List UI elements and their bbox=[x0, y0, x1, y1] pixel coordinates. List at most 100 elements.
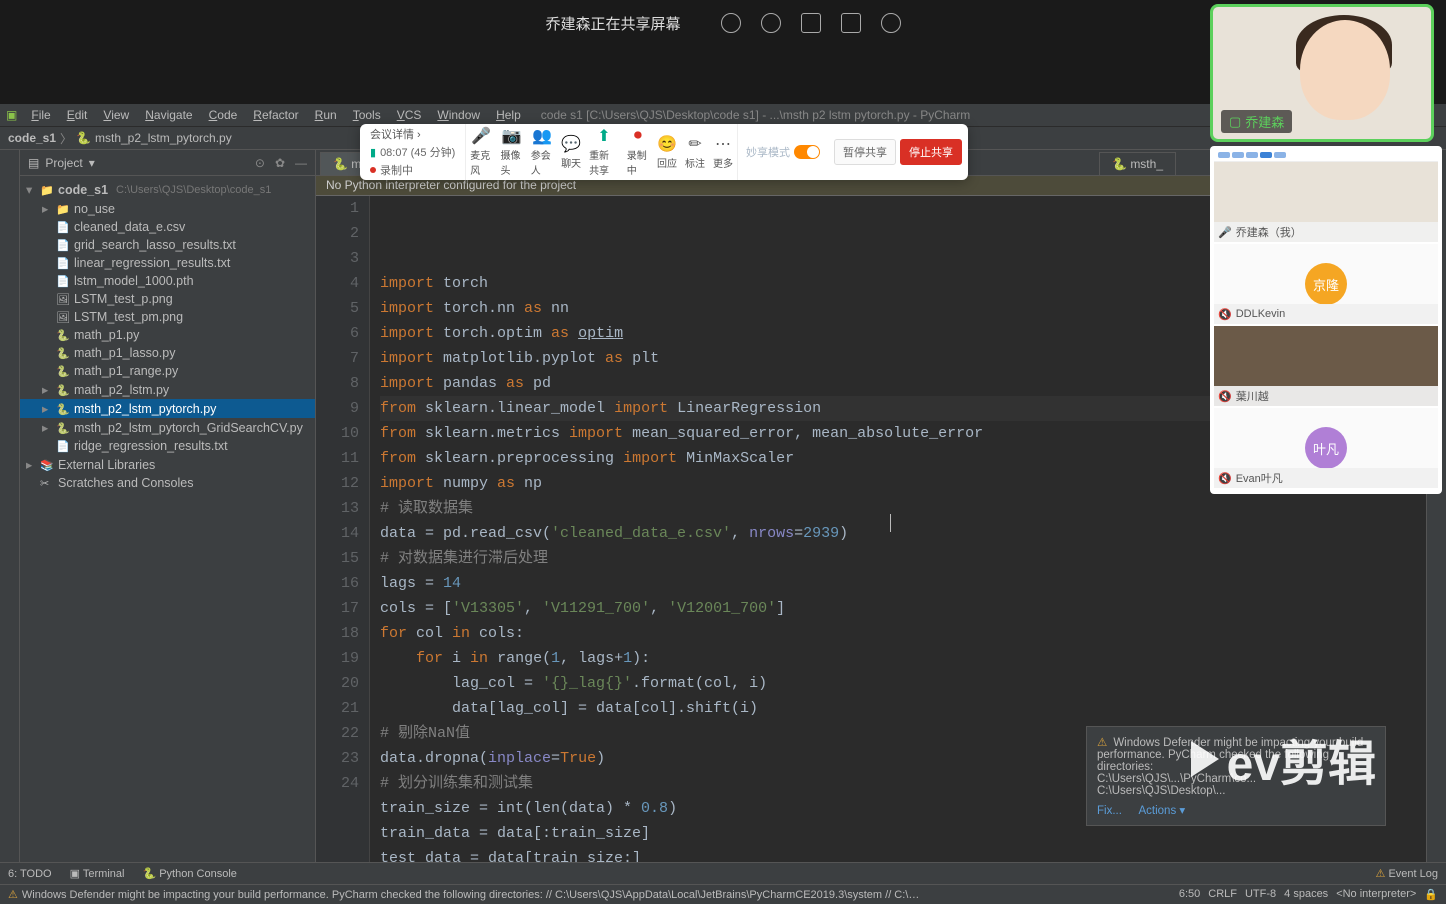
project-title: Project bbox=[45, 156, 82, 170]
settings-icon[interactable]: ✿ bbox=[275, 156, 285, 170]
menu-item-edit[interactable]: Edit bbox=[59, 106, 96, 124]
python-file-icon: 🐍 bbox=[76, 131, 91, 145]
tree-file[interactable]: ridge_regression_results.txt bbox=[20, 437, 315, 455]
breadcrumb-file[interactable]: msth_p2_lstm_pytorch.py bbox=[95, 131, 232, 145]
lock-icon[interactable]: 🔒 bbox=[1424, 888, 1438, 901]
dropdown-icon[interactable]: ▾ bbox=[89, 156, 95, 170]
meeting-录制中-button[interactable]: ⏺录制中 bbox=[623, 124, 653, 180]
participant-thumbnail[interactable]: 🎤乔建森（我） bbox=[1214, 162, 1438, 242]
speaker-name-tag: ▢ 乔建森 bbox=[1221, 110, 1292, 133]
editor-tab[interactable]: 🐍 msth_ bbox=[1099, 152, 1176, 175]
terminal-tool-button[interactable]: ▣ Terminal bbox=[70, 867, 125, 880]
bottom-tool-bar: 6: TODO ▣ Terminal 🐍 Python Console ⚠ Ev… bbox=[0, 862, 1446, 884]
mic-muted-icon: 🔇 bbox=[1218, 390, 1232, 403]
status-message: Windows Defender might be impacting your… bbox=[22, 889, 922, 901]
interpreter-status[interactable]: <No interpreter> bbox=[1336, 888, 1416, 901]
participant-thumbnail[interactable]: 叶凡 🔇Evan叶凡 bbox=[1214, 408, 1438, 488]
avatar: 京隆 bbox=[1305, 263, 1347, 305]
meeting-info[interactable]: 会议详情 › ▮08:07 (45 分钟) 录制中 bbox=[360, 124, 466, 180]
tree-file[interactable]: lstm_model_1000.pth bbox=[20, 272, 315, 290]
menu-item-help[interactable]: Help bbox=[488, 106, 529, 124]
meeting-麦克风-button[interactable]: 🎤麦克风 bbox=[466, 124, 496, 180]
menu-item-file[interactable]: File bbox=[23, 106, 58, 124]
fit-screen-icon[interactable] bbox=[801, 13, 821, 33]
tree-file[interactable]: LSTM_test_p.png bbox=[20, 290, 315, 308]
meeting-control-toolbar: 会议详情 › ▮08:07 (45 分钟) 录制中 🎤麦克风📷摄像头👥参会人💬聊… bbox=[360, 124, 968, 180]
tree-file[interactable]: ▸msth_p2_lstm_pytorch.py bbox=[20, 399, 315, 418]
menu-item-code[interactable]: Code bbox=[201, 106, 246, 124]
warning-icon: ⚠ bbox=[8, 888, 18, 901]
video-main-speaker[interactable]: ▢ 乔建森 bbox=[1210, 4, 1434, 142]
app-icon: ▣ bbox=[6, 108, 17, 122]
menu-item-run[interactable]: Run bbox=[307, 106, 345, 124]
actions-dropdown[interactable]: Actions ▾ bbox=[1138, 805, 1185, 817]
tree-file[interactable]: ▸msth_p2_lstm_pytorch_GridSearchCV.py bbox=[20, 418, 315, 437]
tree-scratches[interactable]: Scratches and Consoles bbox=[20, 474, 315, 492]
tree-file[interactable]: math_p1_lasso.py bbox=[20, 344, 315, 362]
python-console-button[interactable]: 🐍 Python Console bbox=[142, 867, 236, 880]
menu-item-navigate[interactable]: Navigate bbox=[137, 106, 200, 124]
participant-thumbnail[interactable]: 京隆 🔇DDLKevin bbox=[1214, 244, 1438, 324]
play-triangle-icon bbox=[1191, 741, 1219, 777]
menu-item-view[interactable]: View bbox=[95, 106, 137, 124]
avatar: 叶凡 bbox=[1305, 427, 1347, 469]
expand-icon: ▢ bbox=[1229, 114, 1241, 130]
tree-file[interactable]: math_p1_range.py bbox=[20, 362, 315, 380]
tree-file[interactable]: math_p1.py bbox=[20, 326, 315, 344]
left-tool-strip[interactable] bbox=[0, 150, 20, 862]
project-tool-window: ▤ Project ▾ ⊙ ✿ — ▾ code_s1 C:\Users\QJS… bbox=[20, 150, 316, 862]
video-thumbnails: 🎤乔建森（我） 京隆 🔇DDLKevin 🔇葉川越 叶凡 🔇Evan叶凡 bbox=[1210, 146, 1442, 494]
cursor-position[interactable]: 6:50 bbox=[1179, 888, 1200, 901]
project-tree: ▾ code_s1 C:\Users\QJS\Desktop\code_s1 ▸… bbox=[20, 176, 315, 496]
meeting-摄像头-button[interactable]: 📷摄像头 bbox=[497, 124, 527, 180]
magic-share-toggle[interactable]: 妙享模式 bbox=[737, 124, 828, 180]
meeting-参会人-button[interactable]: 👥参会人 bbox=[527, 124, 557, 180]
tree-file[interactable]: linear_regression_results.txt bbox=[20, 254, 315, 272]
collapse-icon[interactable]: ⊙ bbox=[255, 156, 265, 170]
line-separator[interactable]: CRLF bbox=[1208, 888, 1237, 901]
meeting-聊天-button[interactable]: 💬聊天 bbox=[557, 124, 585, 180]
participant-thumbnail[interactable]: 🔇葉川越 bbox=[1214, 326, 1438, 406]
tree-project-root[interactable]: ▾ code_s1 C:\Users\QJS\Desktop\code_s1 bbox=[20, 180, 315, 199]
menu-item-vcs[interactable]: VCS bbox=[389, 106, 430, 124]
video-watermark: ev剪辑 bbox=[1191, 724, 1376, 794]
menu-item-window[interactable]: Window bbox=[429, 106, 488, 124]
meeting-更多-button[interactable]: ⋯更多 bbox=[709, 124, 737, 180]
file-encoding[interactable]: UTF-8 bbox=[1245, 888, 1276, 901]
mic-icon: 🎤 bbox=[1218, 226, 1232, 239]
video-participant-panel: ▢ 乔建森 🎤乔建森（我） 京隆 🔇DDLKevin 🔇葉川越 叶凡 🔇Evan… bbox=[1210, 4, 1442, 494]
todo-tool-button[interactable]: 6: TODO bbox=[8, 868, 52, 880]
tree-external-libs[interactable]: ▸External Libraries bbox=[20, 455, 315, 474]
tree-file[interactable]: grid_search_lasso_results.txt bbox=[20, 236, 315, 254]
window-title: code s1 [C:\Users\QJS\Desktop\code s1] -… bbox=[541, 108, 970, 122]
status-bar: ⚠ Windows Defender might be impacting yo… bbox=[0, 884, 1446, 904]
meeting-标注-button[interactable]: ✏标注 bbox=[681, 124, 709, 180]
menu-item-tools[interactable]: Tools bbox=[345, 106, 389, 124]
fix-link[interactable]: Fix... bbox=[1097, 805, 1122, 817]
stop-share-button[interactable]: 停止共享 bbox=[900, 139, 962, 165]
meeting-回应-button[interactable]: 😊回应 bbox=[653, 124, 681, 180]
warning-icon: ⚠ bbox=[1097, 737, 1107, 749]
mic-muted-icon: 🔇 bbox=[1218, 472, 1232, 485]
menu-item-refactor[interactable]: Refactor bbox=[245, 106, 306, 124]
project-panel-header: ▤ Project ▾ ⊙ ✿ — bbox=[20, 150, 315, 176]
breadcrumb-root[interactable]: code_s1 bbox=[8, 131, 56, 145]
zoom-out-icon[interactable] bbox=[721, 13, 741, 33]
event-log-button[interactable]: ⚠ Event Log bbox=[1376, 867, 1438, 880]
tree-file[interactable]: cleaned_data_e.csv bbox=[20, 218, 315, 236]
tree-folder[interactable]: ▸no_use bbox=[20, 199, 315, 218]
tree-file[interactable]: ▸math_p2_lstm.py bbox=[20, 380, 315, 399]
project-icon: ▤ bbox=[28, 156, 39, 170]
pause-share-button[interactable]: 暂停共享 bbox=[834, 139, 896, 165]
toggle-switch-icon[interactable] bbox=[794, 145, 820, 159]
annotate-icon[interactable] bbox=[841, 13, 861, 33]
tree-file[interactable]: LSTM_test_pm.png bbox=[20, 308, 315, 326]
hide-icon[interactable]: — bbox=[295, 156, 307, 170]
meeting-重新共享-button[interactable]: ⬆重新共享 bbox=[585, 124, 623, 180]
line-number-gutter: 123456789101112131415161718192021222324 bbox=[316, 196, 370, 862]
mic-muted-icon: 🔇 bbox=[1218, 308, 1232, 321]
zoom-in-icon[interactable] bbox=[761, 13, 781, 33]
more-icon[interactable] bbox=[881, 13, 901, 33]
share-status-text: 乔建森正在共享屏幕 bbox=[545, 13, 680, 34]
indent-setting[interactable]: 4 spaces bbox=[1284, 888, 1328, 901]
